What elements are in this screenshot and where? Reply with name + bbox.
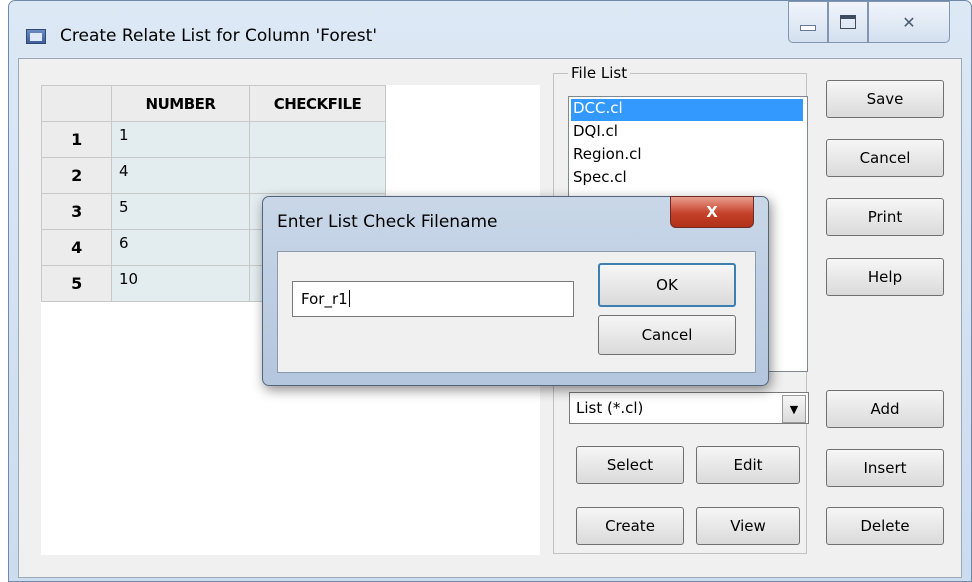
select-button[interactable]: Select bbox=[576, 446, 684, 484]
grid-corner bbox=[41, 85, 112, 122]
cell-number[interactable]: 4 bbox=[111, 157, 250, 194]
row-header[interactable]: 3 bbox=[41, 193, 112, 230]
filename-value: For_r1 bbox=[301, 290, 348, 308]
window-title: Create Relate List for Column 'Forest' bbox=[60, 26, 377, 46]
dialog-title: Enter List Check Filename bbox=[277, 212, 498, 232]
create-button[interactable]: Create bbox=[576, 507, 684, 545]
add-button[interactable]: Add bbox=[826, 390, 944, 428]
grid-header-row: NUMBER CHECKFILE bbox=[41, 85, 386, 122]
dialog-close-button[interactable]: X bbox=[670, 196, 754, 228]
row-header[interactable]: 2 bbox=[41, 157, 112, 194]
maximize-button[interactable] bbox=[828, 1, 868, 43]
text-caret bbox=[348, 290, 350, 307]
row-header[interactable]: 4 bbox=[41, 229, 112, 266]
close-icon: ✕ bbox=[902, 12, 916, 32]
row-header[interactable]: 5 bbox=[41, 265, 112, 302]
filename-input[interactable]: For_r1 bbox=[292, 281, 574, 317]
minimize-icon bbox=[800, 25, 816, 31]
file-type-value: List (*.cl) bbox=[576, 399, 644, 417]
cancel-button[interactable]: Cancel bbox=[826, 139, 944, 177]
table-row: 1 1 bbox=[41, 121, 386, 158]
print-button[interactable]: Print bbox=[826, 198, 944, 236]
view-button[interactable]: View bbox=[696, 507, 800, 545]
cell-number[interactable]: 5 bbox=[111, 193, 250, 230]
row-header[interactable]: 1 bbox=[41, 121, 112, 158]
file-list-label: File List bbox=[568, 64, 631, 82]
chevron-down-icon[interactable]: ▼ bbox=[782, 395, 806, 423]
app-icon bbox=[26, 29, 46, 44]
list-item[interactable]: DQI.cl bbox=[571, 122, 803, 144]
list-item[interactable]: DCC.cl bbox=[571, 99, 803, 121]
minimize-button[interactable] bbox=[788, 1, 828, 43]
list-item[interactable]: Spec.cl bbox=[571, 168, 803, 190]
help-button[interactable]: Help bbox=[826, 258, 944, 296]
file-type-select[interactable]: List (*.cl) ▼ bbox=[569, 392, 809, 424]
dialog-cancel-button[interactable]: Cancel bbox=[598, 315, 736, 355]
cell-number[interactable]: 10 bbox=[111, 265, 250, 302]
column-header-number[interactable]: NUMBER bbox=[111, 85, 250, 122]
maximize-icon bbox=[840, 15, 856, 29]
column-header-checkfile[interactable]: CHECKFILE bbox=[249, 85, 386, 122]
list-item[interactable]: Region.cl bbox=[571, 145, 803, 167]
save-button[interactable]: Save bbox=[826, 80, 944, 118]
close-button[interactable]: ✕ bbox=[868, 1, 950, 43]
close-icon: X bbox=[706, 203, 718, 221]
delete-button[interactable]: Delete bbox=[826, 507, 944, 545]
table-row: 2 4 bbox=[41, 157, 386, 194]
cell-number[interactable]: 1 bbox=[111, 121, 250, 158]
edit-button[interactable]: Edit bbox=[696, 446, 800, 484]
insert-button[interactable]: Insert bbox=[826, 449, 944, 487]
cell-checkfile[interactable] bbox=[249, 157, 386, 194]
cell-checkfile[interactable] bbox=[249, 121, 386, 158]
ok-button[interactable]: OK bbox=[598, 263, 736, 307]
cell-number[interactable]: 6 bbox=[111, 229, 250, 266]
